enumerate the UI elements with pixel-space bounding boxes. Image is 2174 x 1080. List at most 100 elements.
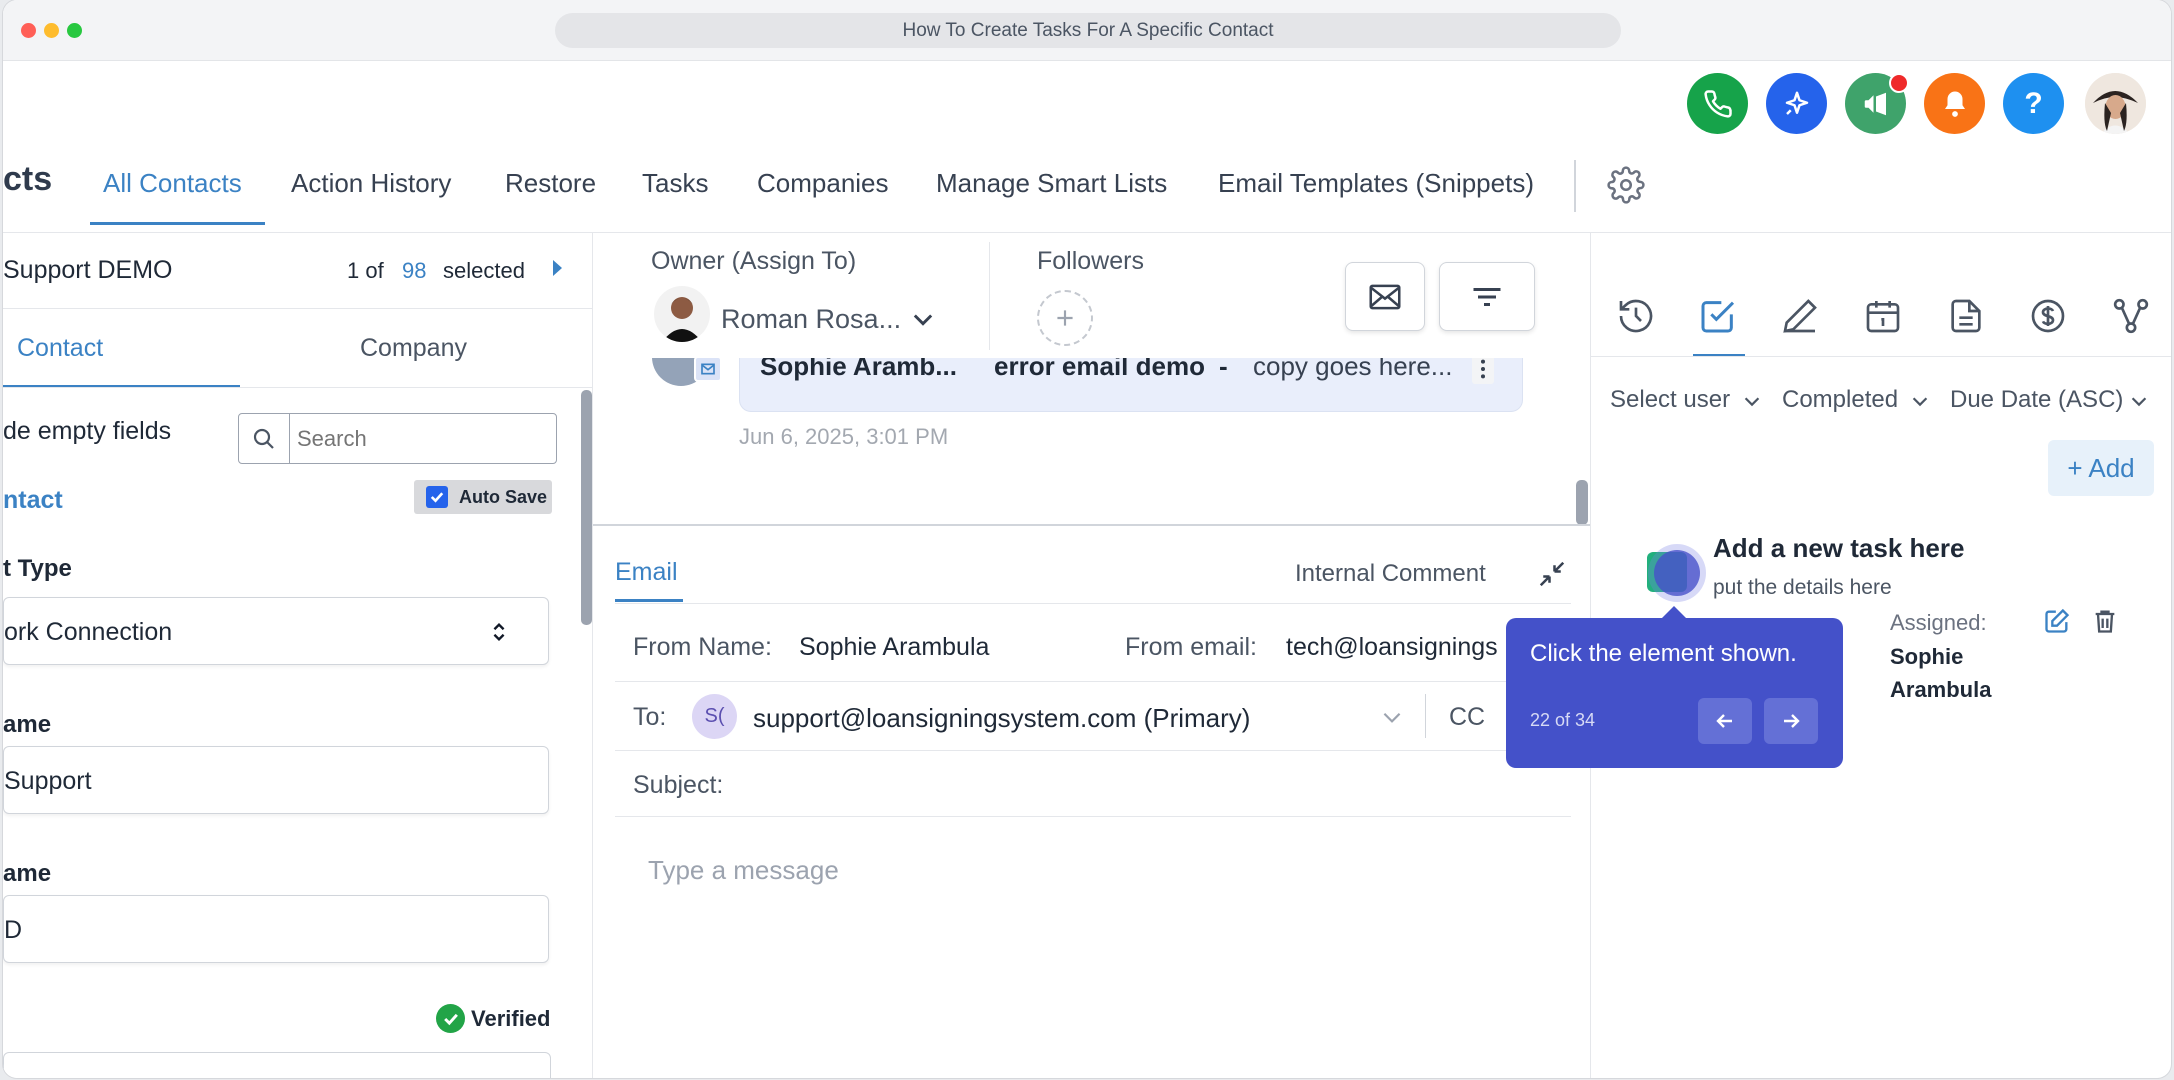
- tooltip-text: Click the element shown.: [1530, 640, 1797, 667]
- address-bar[interactable]: How To Create Tasks For A Specific Conta…: [555, 13, 1621, 48]
- tab-companies[interactable]: Companies: [757, 168, 889, 199]
- checkbox-checked-icon[interactable]: [426, 486, 448, 508]
- from-email-label: From email:: [1125, 633, 1257, 661]
- phone-icon[interactable]: [1687, 73, 1748, 134]
- collapse-icon[interactable]: [1537, 559, 1567, 589]
- tasks-checkbox-icon[interactable]: [1698, 296, 1738, 336]
- dollar-icon[interactable]: [2028, 296, 2068, 336]
- chevron-down-icon[interactable]: [1909, 390, 1931, 412]
- calendar-icon[interactable]: [1863, 296, 1903, 336]
- section-title: ntact: [3, 486, 63, 514]
- document-icon[interactable]: [1946, 296, 1986, 336]
- from-name-value[interactable]: Sophie Arambula: [799, 633, 989, 662]
- from-name-label: From Name:: [633, 633, 772, 661]
- hide-empty-fields-label[interactable]: de empty fields: [3, 417, 171, 446]
- contact-type-select[interactable]: ork Connection: [3, 597, 549, 665]
- nav-divider: [1574, 160, 1576, 212]
- search-input[interactable]: [295, 420, 549, 458]
- recipient-avatar: S(: [692, 694, 737, 739]
- chevron-down-icon[interactable]: [909, 305, 937, 333]
- subject-label: Subject:: [633, 771, 724, 799]
- composer-tab-email[interactable]: Email: [615, 558, 678, 587]
- left-panel-scrollbar[interactable]: [581, 390, 592, 625]
- search-icon: [239, 414, 290, 463]
- filter-select-user[interactable]: Select user: [1610, 386, 1730, 414]
- message-separator: -: [1219, 358, 1228, 381]
- pencil-icon[interactable]: [1780, 296, 1820, 336]
- nav-bottom-border: [3, 232, 2171, 233]
- add-follower-button[interactable]: [1037, 290, 1093, 346]
- cc-button[interactable]: CC: [1449, 703, 1485, 732]
- add-task-button[interactable]: + Add: [2048, 440, 2154, 496]
- auto-save-label: Auto Save: [459, 487, 548, 507]
- message-input[interactable]: Type a message: [648, 855, 839, 886]
- conversation-scrollbar[interactable]: [1576, 480, 1588, 525]
- envelope-icon: [1369, 284, 1401, 309]
- bell-icon[interactable]: [1924, 73, 1985, 134]
- filter-lines-icon: [1473, 287, 1501, 306]
- message-subject: error email demo: [994, 358, 1205, 381]
- history-icon[interactable]: [1616, 296, 1656, 336]
- minimize-window-button[interactable]: [44, 23, 59, 38]
- left-panel-border: [592, 233, 593, 1078]
- email-field[interactable]: [3, 1052, 551, 1078]
- select-arrows-icon: [493, 622, 505, 642]
- first-name-field[interactable]: Support: [3, 746, 549, 814]
- filter-due-date[interactable]: Due Date (ASC): [1950, 386, 2123, 414]
- tooltip-prev-button[interactable]: [1698, 698, 1752, 744]
- message-preview: copy goes here...: [1253, 358, 1453, 381]
- filter-completed[interactable]: Completed: [1782, 386, 1898, 414]
- tab-tasks[interactable]: Tasks: [642, 168, 708, 199]
- to-value[interactable]: support@loansigningsystem.com (Primary): [753, 703, 1250, 734]
- workflow-icon[interactable]: [2111, 296, 2151, 336]
- divider: [3, 387, 592, 388]
- tab-action-history[interactable]: Action History: [291, 168, 451, 199]
- more-options-icon[interactable]: [1472, 358, 1494, 384]
- tab-restore[interactable]: Restore: [505, 168, 596, 199]
- auto-save-toggle[interactable]: Auto Save: [414, 480, 552, 514]
- trash-icon[interactable]: [2091, 607, 2119, 635]
- task-assignee-first: Sophie: [1890, 644, 1964, 669]
- search-field[interactable]: [238, 413, 557, 464]
- guide-tooltip: Click the element shown. 22 of 34: [1506, 618, 1843, 768]
- owner-avatar: [654, 286, 710, 342]
- from-email-value[interactable]: tech@loansignings: [1286, 633, 1498, 662]
- help-icon[interactable]: ?: [2003, 73, 2064, 134]
- field-label-last-name: ame: [3, 860, 52, 887]
- message-timestamp: Jun 6, 2025, 3:01 PM: [739, 424, 949, 449]
- tab-manage-smart-lists[interactable]: Manage Smart Lists: [936, 168, 1167, 199]
- last-name-field[interactable]: D: [3, 895, 549, 963]
- user-avatar[interactable]: [2085, 73, 2146, 134]
- contact-name: Support DEMO: [3, 256, 173, 284]
- close-window-button[interactable]: [21, 23, 36, 38]
- tab-all-contacts[interactable]: All Contacts: [103, 168, 242, 199]
- maximize-window-button[interactable]: [67, 23, 82, 38]
- email-view-button[interactable]: [1345, 262, 1425, 331]
- tab-company[interactable]: Company: [360, 334, 467, 363]
- divider: [615, 681, 1571, 682]
- edit-icon[interactable]: [2043, 607, 2071, 635]
- task-assigned-label: Assigned:: [1890, 610, 1987, 635]
- selection-prefix: 1 of: [347, 258, 384, 283]
- tooltip-next-button[interactable]: [1764, 698, 1818, 744]
- selection-count[interactable]: 98: [402, 258, 426, 284]
- chevron-down-icon[interactable]: [2128, 390, 2150, 412]
- task-title[interactable]: Add a new task here: [1713, 533, 1964, 564]
- chevron-down-icon[interactable]: [1379, 704, 1405, 730]
- filter-button[interactable]: [1439, 262, 1535, 331]
- notification-badge: [1889, 73, 1909, 93]
- composer-tab-internal-comment[interactable]: Internal Comment: [1295, 560, 1486, 588]
- next-contact-icon[interactable]: [553, 260, 562, 276]
- tab-email-templates[interactable]: Email Templates (Snippets): [1218, 168, 1534, 199]
- sparkle-icon[interactable]: [1766, 73, 1827, 134]
- highlight-target-marker: [1654, 550, 1700, 596]
- tab-contact[interactable]: Contact: [17, 334, 103, 363]
- owner-name[interactable]: Roman Rosa...: [721, 304, 901, 335]
- divider: [1425, 694, 1426, 738]
- to-label: To:: [633, 703, 667, 731]
- gear-icon[interactable]: [1607, 166, 1645, 204]
- composer-top-border: [593, 524, 1590, 526]
- chevron-down-icon[interactable]: [1741, 390, 1763, 412]
- field-label-type: t Type: [3, 555, 72, 582]
- arrow-right-icon: [1784, 714, 1800, 728]
